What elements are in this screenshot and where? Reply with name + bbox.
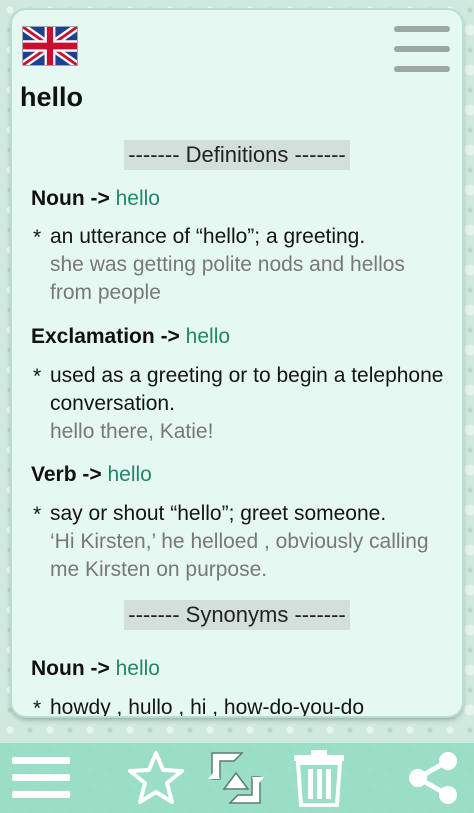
menu-button[interactable] <box>12 749 72 807</box>
definition-text: * used as a greeting or to begin a telep… <box>33 364 444 415</box>
swap-icon <box>208 752 264 804</box>
word-title: hello <box>20 82 84 112</box>
example-text: she was getting polite nods and hellos f… <box>50 253 405 304</box>
star-icon <box>128 751 184 804</box>
swap-language-button[interactable] <box>204 749 268 807</box>
pos-heading-exclamation: Exclamation -> hello <box>31 325 231 348</box>
trash-icon <box>294 750 344 807</box>
share-button[interactable] <box>404 749 462 807</box>
pos-word-link[interactable]: hello <box>116 657 160 680</box>
delete-button[interactable] <box>292 749 346 807</box>
synonym-pos-heading-noun: Noun -> hello <box>31 657 160 680</box>
definitions-header: ------- Definitions ------- <box>12 140 462 170</box>
example-text: hello there, Katie! <box>50 420 214 443</box>
favorite-button[interactable] <box>126 749 186 807</box>
pos-heading-verb: Verb -> hello <box>31 463 152 486</box>
menu-icon <box>12 757 70 798</box>
definition-text: * say or shout “hello”; greet someone. <box>33 502 387 526</box>
definition-text: * an utterance of “hello”; a greeting. <box>33 225 366 249</box>
pos-word-link[interactable]: hello <box>107 463 151 486</box>
share-icon <box>409 752 457 804</box>
synonym-list: * howdy , hullo , hi , how-do-you-do <box>33 696 365 716</box>
bottom-toolbar <box>0 743 474 813</box>
options-menu-icon[interactable] <box>394 26 450 72</box>
uk-flag-icon[interactable] <box>22 26 78 66</box>
pos-word-link[interactable]: hello <box>186 325 230 348</box>
synonyms-header: ------- Synonyms ------- <box>12 600 462 630</box>
pos-word-link[interactable]: hello <box>116 187 160 210</box>
pos-heading-noun: Noun -> hello <box>31 187 160 210</box>
example-text: ‘Hi Kirsten,’ he helloed , obviously cal… <box>50 530 429 581</box>
definition-card: hello ------- Definitions ------- Noun -… <box>12 10 462 716</box>
